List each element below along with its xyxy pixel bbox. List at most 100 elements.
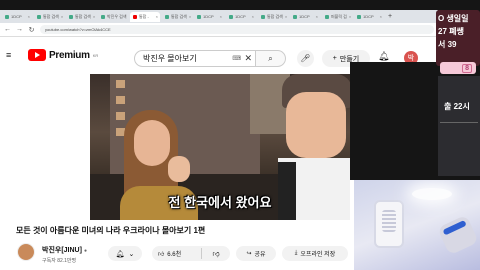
browser-tab[interactable]: 1DCP ×: [226, 12, 256, 22]
close-tab-icon[interactable]: ×: [380, 14, 382, 19]
thumbs-down-icon: 👎︎: [212, 251, 220, 258]
pink-badge-bar: 8: [440, 62, 476, 74]
url-field[interactable]: youtube.com/watch?v=zmOlAk4CCE: [40, 25, 434, 34]
like-count: 6.6천: [167, 252, 182, 258]
close-tab-icon[interactable]: ×: [28, 14, 30, 19]
like-dislike-group: 👍︎ 6.6천 👎︎: [152, 246, 230, 261]
notification-settings-button[interactable]: 🔔︎ ⌄: [108, 246, 142, 261]
notifications-icon[interactable]: 🔔︎: [378, 51, 389, 62]
favicon-icon: [325, 14, 329, 19]
divider: [440, 122, 478, 123]
ceiling-light: [412, 188, 452, 200]
tab-label: 통합 검색: [75, 13, 91, 19]
favicon-icon: [261, 14, 265, 19]
favicon-icon: [37, 14, 41, 19]
tab-label: 통합 검색: [267, 13, 283, 19]
plus-icon: +: [332, 55, 337, 62]
side-info-panel: [438, 76, 480, 176]
overlay-line: 27 폐쌩: [438, 27, 464, 36]
browser-tab[interactable]: 통합 검색 ×: [34, 12, 64, 22]
share-label: 공유: [254, 252, 266, 258]
close-tab-icon[interactable]: ×: [252, 14, 254, 19]
tab-label: 1DCP: [203, 14, 214, 19]
tab-label: 통합 -: [139, 13, 149, 19]
close-tab-icon[interactable]: ×: [189, 14, 191, 19]
reload-icon[interactable]: ↻: [28, 26, 35, 34]
channel-name[interactable]: 박진우[JINU] ●: [42, 245, 87, 255]
voice-search-button[interactable]: 🎤︎: [297, 50, 314, 67]
search-input[interactable]: 박진우 몰아보기 ⌨ ✕: [134, 50, 256, 67]
webcam-feed: [354, 180, 480, 270]
youtube-logo[interactable]: Premium KR: [28, 49, 98, 61]
overlay-line: 서 39: [438, 40, 457, 49]
browser-tab[interactable]: 박진우 검색×: [98, 12, 128, 22]
favicon-icon: [5, 14, 9, 19]
browser-tab[interactable]: 통합 - ×: [130, 11, 160, 22]
tab-label: 1DCP: [299, 14, 310, 19]
share-button[interactable]: ↪ 공유: [236, 246, 276, 261]
forward-icon[interactable]: →: [16, 26, 23, 33]
favicon-icon: [101, 14, 105, 19]
search-value: 박진우 몰아보기: [143, 54, 197, 63]
logo-text: Premium: [49, 49, 90, 61]
browser-tab[interactable]: 통합 검색 ×: [258, 12, 288, 22]
share-icon: ↪: [246, 251, 252, 257]
search-icon: ⌕: [268, 53, 273, 63]
tab-label: 1DCP: [11, 14, 22, 19]
browser-tab[interactable]: 통합 검색 ×: [162, 12, 192, 22]
favicon-icon: [293, 14, 297, 19]
search-button[interactable]: ⌕: [256, 50, 286, 67]
browser-tab[interactable]: 통합 검색 ×: [66, 12, 96, 22]
favicon-icon: [69, 14, 73, 19]
like-button[interactable]: 👍︎ 6.6천: [152, 248, 202, 259]
browser-tab[interactable]: 1DCP ×: [290, 12, 320, 22]
menu-icon[interactable]: ≡: [6, 50, 18, 60]
back-icon[interactable]: ←: [4, 26, 11, 33]
channel-name-text: 박진우[JINU]: [42, 247, 82, 254]
video-player[interactable]: 전 한국에서 왔어요: [90, 74, 350, 220]
favicon-icon: [197, 14, 201, 19]
download-label: 오프라인 저장: [300, 252, 336, 258]
close-tab-icon[interactable]: ×: [349, 14, 351, 19]
chevron-down-icon: ⌄: [128, 250, 135, 258]
browser-tab[interactable]: 1DCP ×: [354, 12, 384, 22]
new-tab-button[interactable]: +: [388, 13, 392, 20]
download-icon: ⤓: [294, 250, 298, 256]
hand-figure: [437, 214, 479, 256]
close-tab-icon[interactable]: ×: [61, 14, 63, 19]
logo-region: KR: [92, 53, 99, 58]
close-tab-icon[interactable]: ×: [316, 14, 318, 19]
video-title: 모든 것이 아름다운 미녀의 나라 우크라이나 몰아보기 1편: [16, 226, 206, 235]
download-button[interactable]: ⤓ 오프라인 저장: [282, 246, 348, 261]
close-tab-icon[interactable]: ×: [220, 14, 222, 19]
gaming-chair: [374, 200, 404, 248]
browser-tab[interactable]: 1DCP ×: [2, 12, 32, 22]
dislike-button[interactable]: 👎︎: [202, 249, 230, 258]
verified-icon: ●: [83, 248, 87, 254]
overlay-line: O 생일일: [438, 14, 469, 23]
channel-avatar[interactable]: [17, 243, 35, 261]
tab-label: 박진우 검색: [107, 13, 127, 19]
tab-label: 1DCP: [363, 14, 374, 19]
bell-icon: 🔔︎: [115, 250, 125, 258]
thumbs-up-icon: 👍︎: [158, 251, 165, 258]
tab-label: 1DCP: [235, 14, 246, 19]
pink-badge: 8: [462, 63, 472, 73]
keyboard-icon[interactable]: ⌨: [232, 55, 241, 62]
browser-tab[interactable]: 1DCP ×: [194, 12, 224, 22]
browser-tab[interactable]: 퍼블릭 검 ×: [322, 12, 352, 22]
tab-label: 통합 검색: [171, 13, 187, 19]
close-tab-icon[interactable]: ×: [156, 14, 158, 19]
close-tab-icon[interactable]: ×: [285, 14, 287, 19]
screen: 1DCP×통합 검색×통합 검색×박진우 검색×통합 -×통합 검색×1DCP×…: [0, 0, 480, 270]
tab-label: 퍼블릭 검: [331, 13, 347, 19]
favicon-icon: [229, 14, 233, 19]
clear-search-icon[interactable]: ✕: [244, 53, 252, 64]
stream-overlay-panel: O 생일일 27 폐쌩 서 39: [436, 10, 480, 66]
address-bar: ← → ↻ youtube.com/watch?v=zmOlAk4CCE: [0, 23, 438, 37]
subscriber-count: 구독자 82.1만명: [42, 258, 77, 264]
close-tab-icon[interactable]: ×: [93, 14, 95, 19]
favicon-icon: [357, 14, 361, 19]
favicon-icon: [165, 14, 169, 19]
tab-label: 통합 검색: [43, 13, 59, 19]
